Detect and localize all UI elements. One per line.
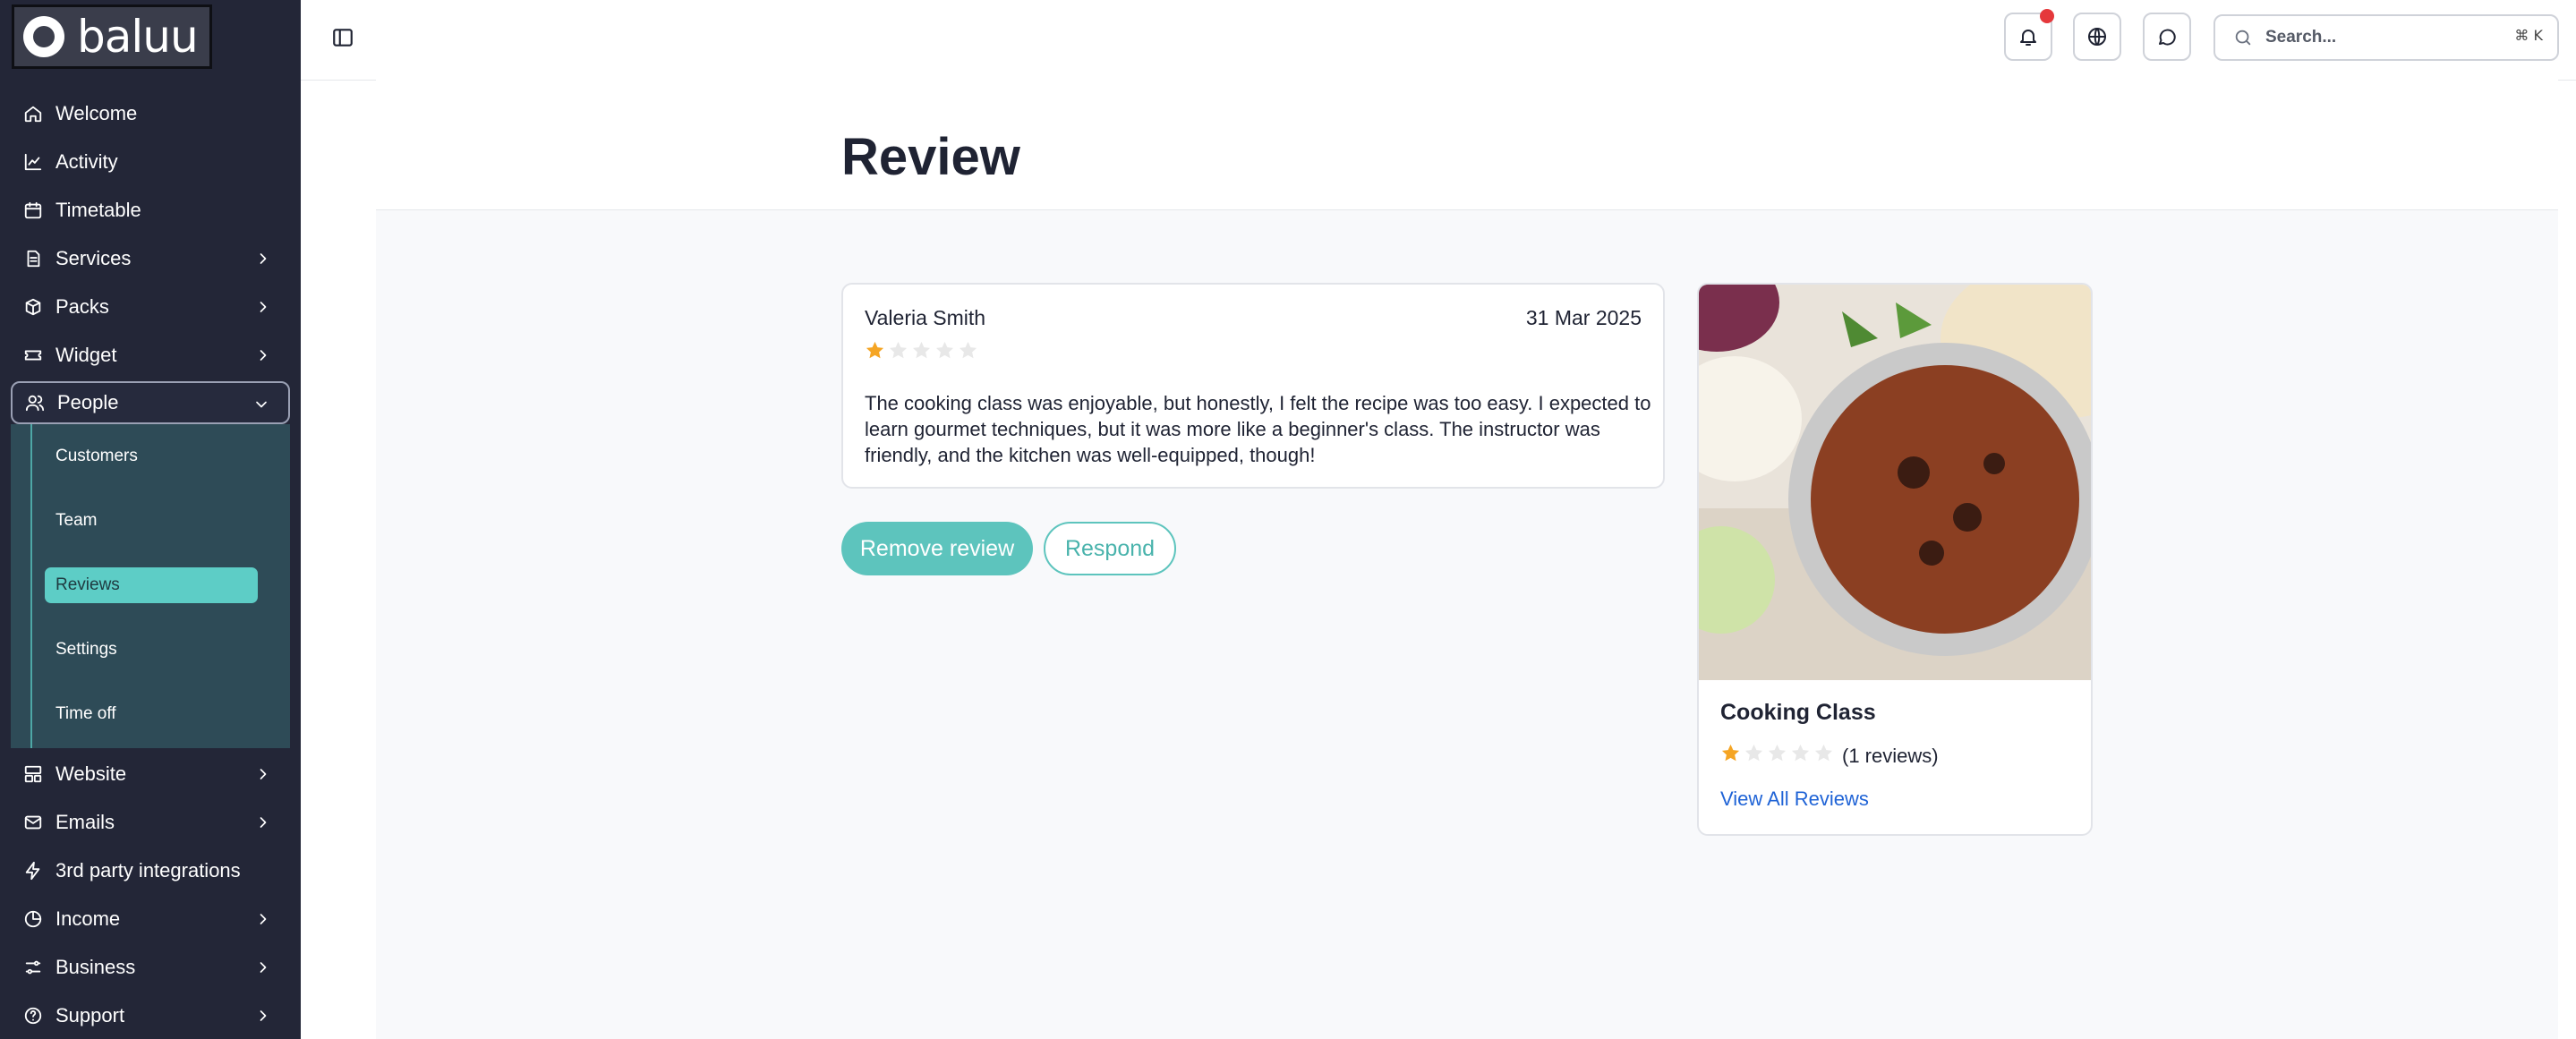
mail-icon [24,815,42,830]
star-empty-icon [1814,744,1833,762]
chevron-right-icon [260,1010,267,1021]
sidebar: baluu Welcome Activity Timetable Service… [0,0,301,1039]
sidebar-item-label: Services [55,247,132,269]
sidebar-item-label: Packs [55,295,109,318]
search-field[interactable]: ⌘ K [2213,14,2559,61]
chevron-right-icon [260,350,267,361]
reviewer-name: Valeria Smith [865,306,986,329]
brand-name: baluu [77,11,199,63]
users-icon [25,395,45,412]
chevron-right-icon [260,302,267,312]
chevron-right-icon [260,914,267,924]
chevron-down-icon [256,401,267,408]
review-rating [865,340,978,361]
sidebar-item-label: Widget [55,344,117,366]
star-empty-icon [889,341,908,359]
home-icon [24,106,42,123]
submenu-item-reviews[interactable]: Reviews [45,567,258,603]
help-icon [24,1007,42,1025]
sidebar-item-website[interactable]: Website [11,753,290,796]
sidebar-item-packs[interactable]: Packs [11,285,290,328]
star-empty-icon [1768,744,1787,762]
sidebar-item-label: People [57,391,119,413]
sidebar-item-label: Emails [55,811,115,833]
sidebar-item-support[interactable]: Support [11,994,290,1037]
submenu-item-team[interactable]: Team [45,503,258,539]
notification-badge [2040,9,2054,23]
sidebar-item-label: Website [55,762,127,785]
sidebar-item-label: Support [55,1004,125,1026]
sidebar-item-widget[interactable]: Widget [11,334,290,377]
chevron-right-icon [260,253,267,264]
star-empty-icon [1744,744,1763,762]
sidebar-item-label: Timetable [55,199,141,221]
language-button[interactable] [2073,13,2121,61]
chevron-right-icon [260,769,267,779]
bell-icon [2020,30,2036,46]
sidebar-item-emails[interactable]: Emails [11,801,290,844]
review-date: 31 Mar 2025 [1525,306,1642,329]
notifications-button[interactable] [2004,9,2054,61]
sidebar-toggle-icon [333,29,353,47]
product-rating [1720,743,1834,763]
product-name: Cooking Class [1720,700,1876,725]
bolt-icon [25,861,40,881]
sidebar-item-timetable[interactable]: Timetable [11,189,290,232]
chevron-right-icon [260,817,267,828]
submenu-item-time-off[interactable]: Time off [45,696,258,732]
review-count: (1 reviews) [1842,745,1939,767]
sidebar-item-people[interactable]: People [11,381,290,424]
sidebar-item-activity[interactable]: Activity [11,141,290,183]
submenu-item-settings[interactable]: Settings [45,632,258,668]
sidebar-item-income[interactable]: Income [11,898,290,941]
submenu-divider [30,424,32,748]
sidebar-item-business[interactable]: Business [11,946,290,989]
chart-icon [24,153,42,171]
globe-icon [2088,28,2106,46]
people-submenu: Customers Team Reviews Settings Time off [11,424,290,748]
page-header [376,80,2558,210]
star-empty-icon [959,341,977,359]
sidebar-item-label: Activity [55,150,118,173]
brand-logo[interactable]: baluu [12,4,212,69]
sidebar-item-label: Business [55,956,136,978]
search-icon [2235,30,2251,46]
star-empty-icon [935,341,954,359]
star-empty-icon [912,341,931,359]
sliders-icon [25,960,41,975]
package-icon [25,298,41,316]
ticket-icon [24,350,42,361]
document-icon [27,250,40,268]
sidebar-item-label: 3rd party integrations [55,859,241,881]
sidebar-item-integrations[interactable]: 3rd party integrations [11,849,290,892]
logo-mark-icon [23,16,64,57]
chat-button[interactable] [2143,13,2191,61]
remove-review-button[interactable]: Remove review [841,522,1033,575]
chat-icon [2159,29,2176,46]
review-text: The cooking class was enjoyable, but hon… [865,392,1651,466]
chevron-right-icon [260,962,267,973]
page-title: Review [841,128,1020,186]
submenu-item-customers[interactable]: Customers [45,439,258,474]
pie-icon [24,910,42,928]
product-image [1699,285,2091,680]
layout-icon [24,765,42,783]
sidebar-item-services[interactable]: Services [11,237,290,280]
respond-button[interactable]: Respond [1044,522,1176,575]
search-shortcut: ⌘ K [2514,27,2543,44]
view-all-reviews-link[interactable]: View All Reviews [1720,788,1869,811]
sidebar-item-welcome[interactable]: Welcome [11,92,290,135]
star-empty-icon [1791,744,1810,762]
sidebar-toggle-button[interactable] [331,26,354,49]
sidebar-item-label: Welcome [55,102,138,124]
search-input[interactable] [2264,27,2482,48]
calendar-icon [24,201,42,219]
star-filled-icon [866,341,884,359]
sidebar-item-label: Income [55,907,121,930]
star-filled-icon [1721,744,1740,762]
product-card: Cooking Class (1 reviews) View All Revie… [1697,283,2093,836]
review-card: Valeria Smith 31 Mar 2025 The cooking cl… [841,283,1665,489]
